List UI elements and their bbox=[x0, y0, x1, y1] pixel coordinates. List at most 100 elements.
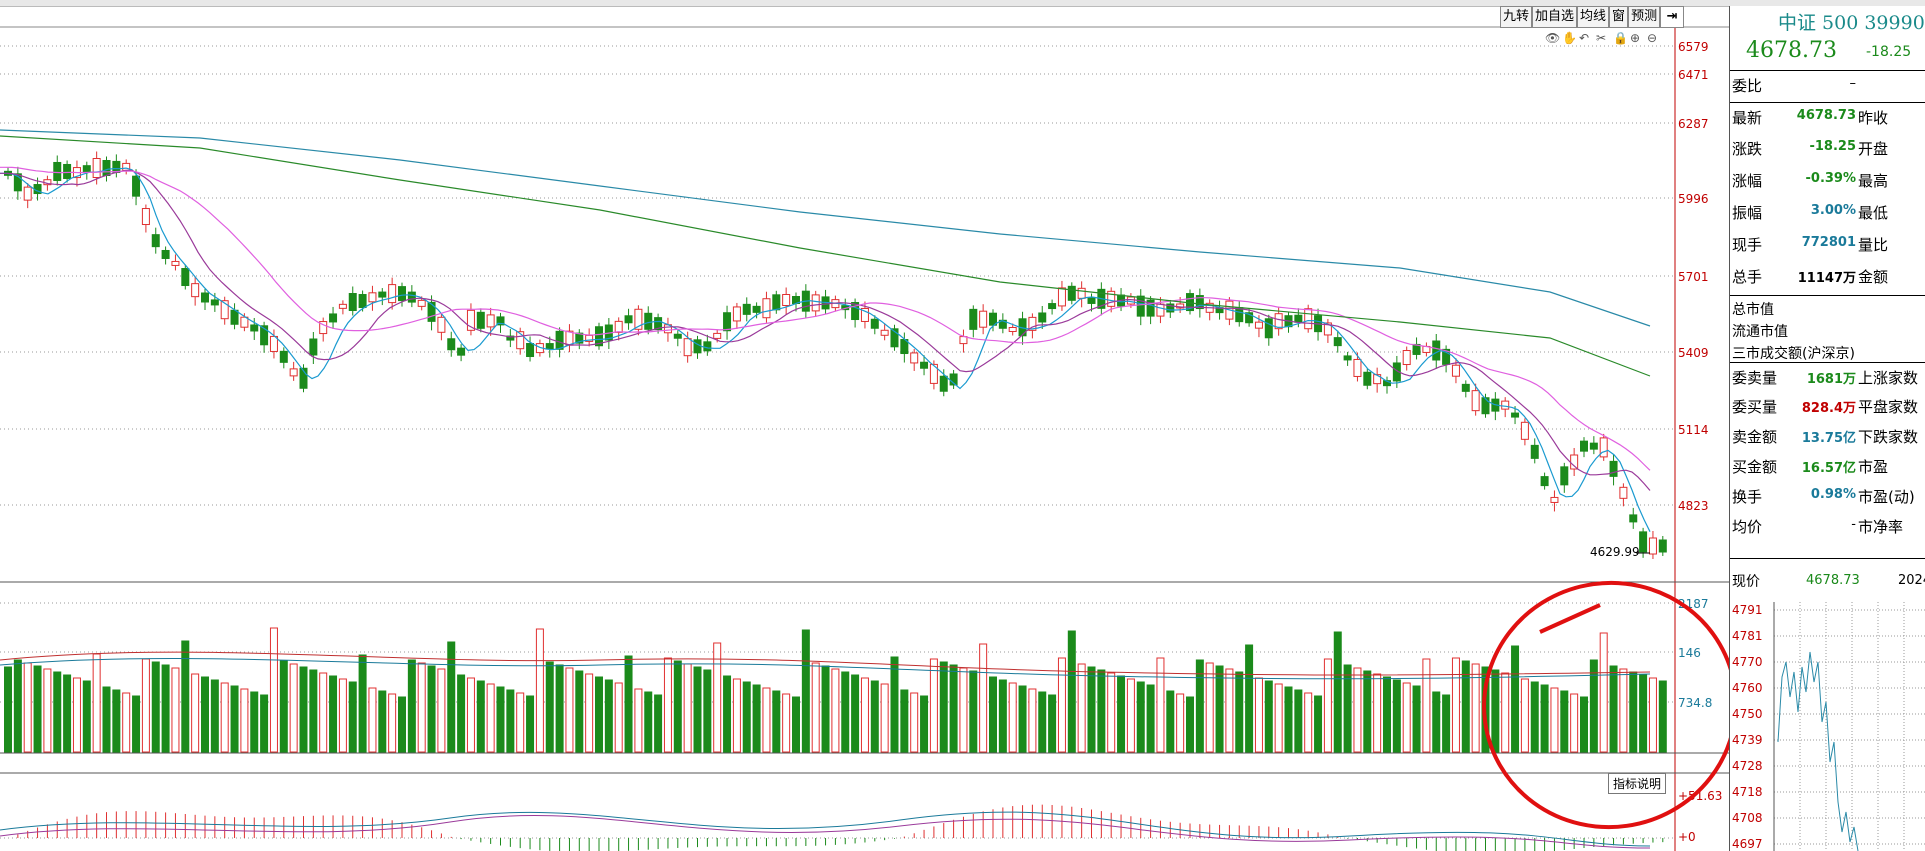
volume-bar bbox=[1126, 678, 1135, 753]
volume-bar bbox=[1560, 690, 1569, 753]
exit-icon[interactable]: ⇥ bbox=[1660, 6, 1685, 28]
volume-bar bbox=[309, 669, 318, 753]
indicator-help-button[interactable]: 指标说明 bbox=[1608, 773, 1667, 794]
candle-body bbox=[703, 341, 712, 352]
candle-body bbox=[1599, 437, 1608, 458]
row-value: - bbox=[1851, 517, 1856, 532]
toolbar-jiuzhuan-button[interactable]: 九转 bbox=[1500, 6, 1533, 28]
volume-bar bbox=[279, 660, 288, 753]
candle-body bbox=[210, 299, 219, 306]
scissors-icon[interactable]: ✂ bbox=[1596, 31, 1606, 45]
candle-body bbox=[398, 286, 406, 302]
volume-bar bbox=[1077, 663, 1086, 753]
candle-body bbox=[762, 298, 771, 319]
intraday-mini-chart[interactable]: 4791 4781 4770 4760 4750 4739 4728 4718 4708 4697 bbox=[1730, 602, 1925, 851]
volume-bar bbox=[1363, 670, 1372, 753]
candle-body bbox=[181, 268, 190, 287]
price-axis-label: 4823 bbox=[1678, 499, 1709, 513]
candle-body bbox=[1402, 350, 1411, 366]
low-price-label: 4629.99 bbox=[1590, 545, 1640, 559]
volume-bar bbox=[801, 629, 810, 753]
candle-body bbox=[1087, 296, 1096, 304]
volume-bar bbox=[63, 674, 72, 753]
volume-bar bbox=[604, 679, 613, 753]
macd-dea-line bbox=[0, 815, 1651, 849]
row-value: -18.25 bbox=[1809, 139, 1856, 154]
zoom-in-icon[interactable]: ⊕ bbox=[1630, 31, 1640, 45]
toolbar-moving-average-button[interactable]: 均线 bbox=[1577, 6, 1610, 28]
volume-bar bbox=[1589, 659, 1598, 753]
undo-icon[interactable]: ↶ bbox=[1579, 31, 1589, 45]
ma-line-short bbox=[0, 167, 1651, 532]
volume-bar bbox=[663, 657, 672, 753]
volume-bar bbox=[762, 687, 771, 753]
volume-bar bbox=[1412, 685, 1421, 753]
candle-body bbox=[782, 294, 791, 306]
candle-body bbox=[545, 343, 554, 350]
volume-bar bbox=[821, 665, 830, 753]
volume-bar bbox=[792, 696, 800, 753]
volume-bar bbox=[210, 679, 219, 753]
candle-body bbox=[53, 161, 62, 181]
candle-body bbox=[1353, 358, 1362, 377]
volume-bar bbox=[289, 663, 298, 753]
row-label2: 最高 bbox=[1858, 172, 1889, 190]
row-label: 委比 bbox=[1732, 77, 1763, 95]
zoom-out-icon[interactable]: ⊖ bbox=[1647, 31, 1657, 45]
volume-bar bbox=[831, 668, 840, 753]
candle-body bbox=[279, 350, 288, 363]
row-value: 4678.73 bbox=[1796, 108, 1856, 123]
volume-bar bbox=[870, 680, 879, 753]
toolbar-window-button[interactable]: 窗 bbox=[1609, 6, 1629, 28]
candle-body bbox=[171, 260, 180, 266]
candle-body bbox=[1629, 514, 1638, 523]
volume-bar bbox=[181, 640, 190, 753]
candle-body bbox=[526, 343, 535, 358]
quote-row: 委比 – bbox=[1730, 70, 1925, 97]
row-label2: 平盘家数 bbox=[1858, 398, 1919, 416]
volume-bar bbox=[752, 684, 761, 753]
hand-icon[interactable]: ✋ bbox=[1562, 31, 1577, 45]
toolbar-add-watchlist-button[interactable]: 加自选 bbox=[1532, 6, 1578, 28]
current-value: 4678.73 bbox=[1806, 573, 1860, 588]
volume-bar bbox=[1501, 672, 1510, 753]
candle-body bbox=[614, 320, 623, 333]
candle-body bbox=[457, 347, 466, 356]
volume-bar bbox=[1314, 695, 1323, 753]
volume-bar bbox=[959, 667, 968, 753]
row-value: – bbox=[1849, 76, 1857, 91]
mini-axis-label: 4739 bbox=[1732, 733, 1763, 747]
candle-body bbox=[1008, 326, 1017, 332]
volume-bar bbox=[1609, 665, 1618, 753]
mini-axis-label: 4750 bbox=[1732, 707, 1763, 721]
volume-bar bbox=[82, 680, 91, 753]
eye-icon[interactable]: 👁 bbox=[1545, 31, 1560, 45]
candle-body bbox=[565, 330, 574, 346]
volume-bar bbox=[1629, 671, 1638, 753]
volume-bar bbox=[703, 669, 712, 753]
candle-body bbox=[102, 160, 111, 176]
index-title: 中证 500 399905 bbox=[1778, 12, 1925, 34]
candle-body bbox=[624, 315, 633, 324]
volume-bar bbox=[900, 689, 909, 753]
kline-chart[interactable]: 6579647162875996570154095114482321871467… bbox=[0, 0, 1925, 851]
volume-bar bbox=[1570, 693, 1579, 753]
candle-body bbox=[368, 292, 377, 303]
volume-bar bbox=[723, 675, 732, 753]
volume-bar bbox=[102, 686, 111, 753]
volume-bar bbox=[1619, 668, 1628, 753]
row-label2: 市盈 bbox=[1858, 458, 1889, 476]
volume-bar bbox=[486, 683, 495, 753]
volume-bar bbox=[1491, 669, 1500, 753]
volume-bar bbox=[989, 676, 997, 753]
row-label: 委卖量 bbox=[1732, 369, 1778, 387]
volume-bar bbox=[1648, 677, 1657, 753]
macd-histogram bbox=[17, 804, 1664, 851]
candle-body bbox=[1156, 303, 1165, 317]
toolbar-forecast-button[interactable]: 预测 bbox=[1628, 6, 1661, 28]
candle-body bbox=[1589, 442, 1598, 450]
candle-body bbox=[959, 336, 968, 345]
row-label2: 上涨家数 bbox=[1858, 369, 1919, 387]
volume-bar bbox=[624, 655, 633, 753]
lock-icon[interactable]: 🔒 bbox=[1613, 31, 1628, 45]
